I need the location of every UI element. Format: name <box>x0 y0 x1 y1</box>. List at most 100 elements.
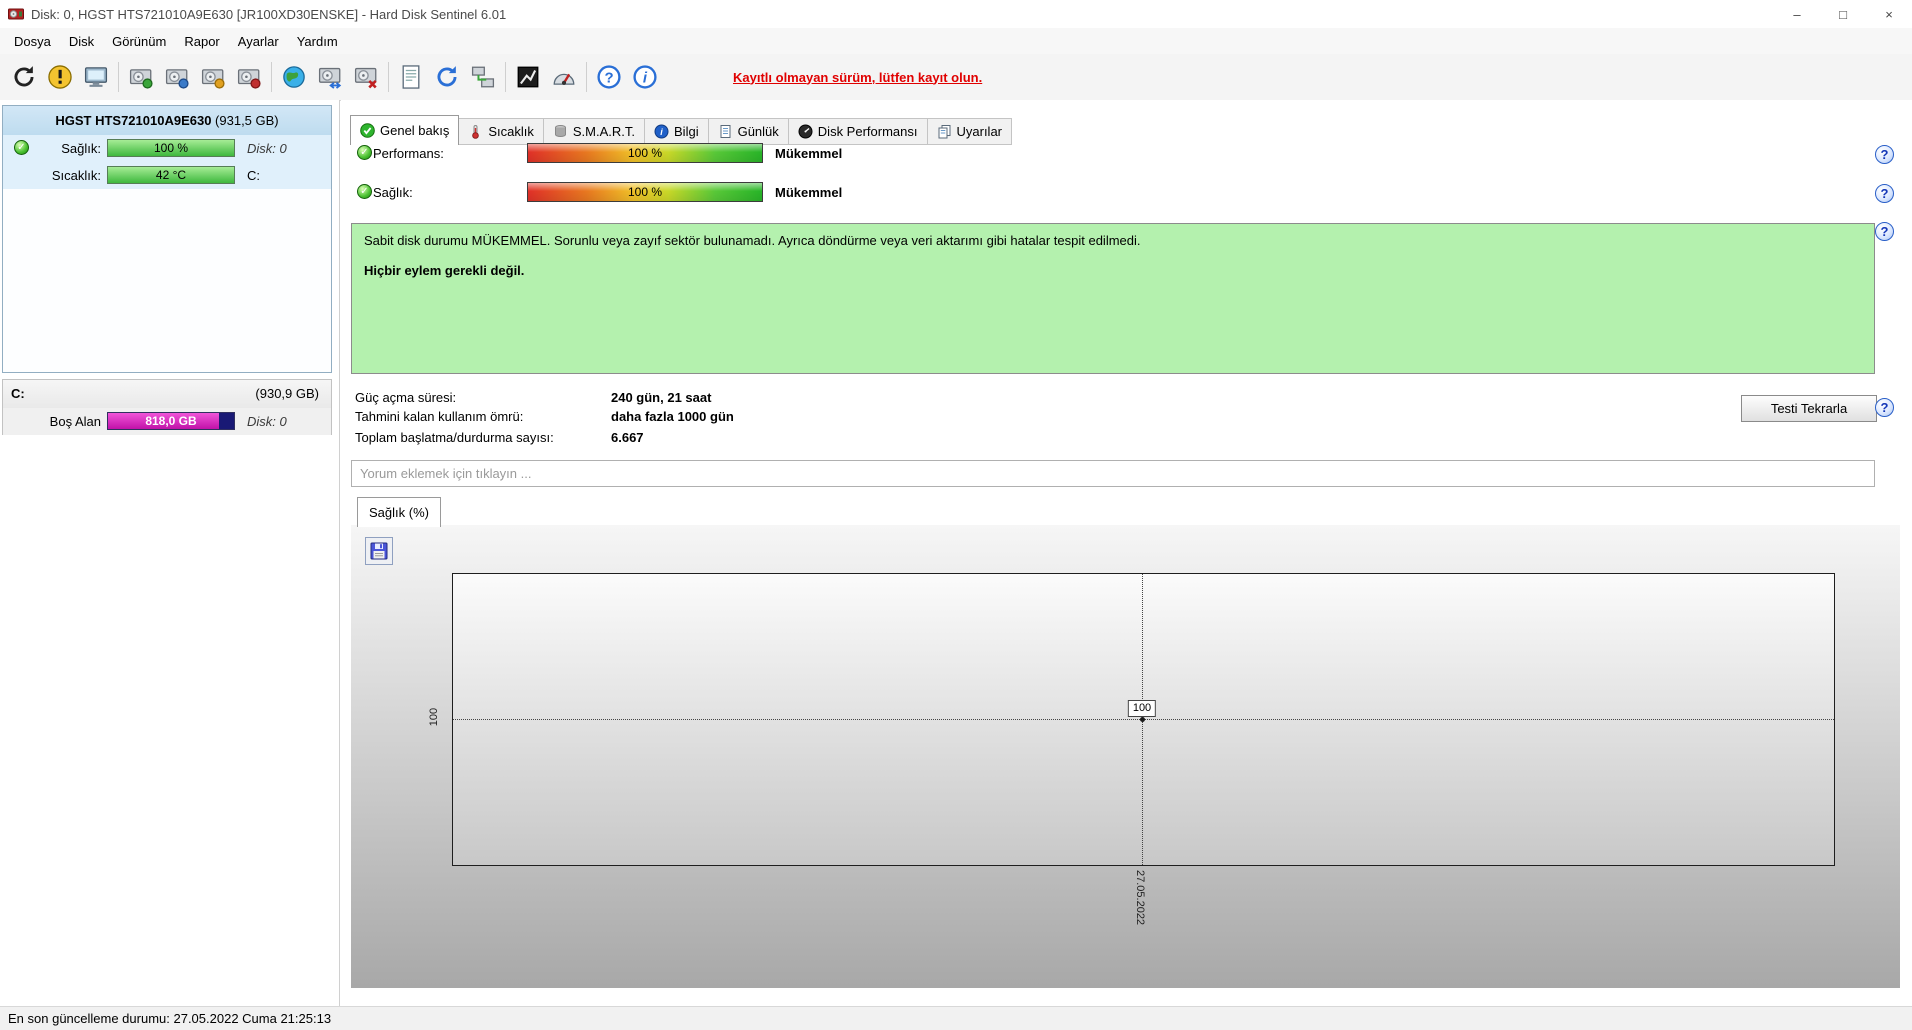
disk-health-label: Sağlık: <box>61 141 101 156</box>
disk-status-text: Sabit disk durumu MÜKEMMEL. Sorunlu veya… <box>364 233 1141 248</box>
partition-header-row: C: (930,9 GB) <box>3 380 331 408</box>
free-space-label: Boş Alan <box>49 414 101 429</box>
chart-tab-label: Sağlık (%) <box>369 505 429 520</box>
tab-genel-bakis[interactable]: Genel bakış <box>350 115 460 145</box>
log-icon <box>720 125 731 138</box>
tab-sicaklik[interactable]: Sıcaklık <box>458 118 544 145</box>
disk-action-text: Hiçbir eylem gerekli değil. <box>364 263 525 278</box>
stat-value: daha fazla 1000 gün <box>611 409 734 424</box>
close-button[interactable]: × <box>1866 0 1912 28</box>
network-disks-button[interactable] <box>465 57 501 97</box>
disk-number-label: Disk: 0 <box>247 141 287 156</box>
disk-extended-test-button[interactable] <box>159 57 195 97</box>
chart-tab-saglik[interactable]: Sağlık (%) <box>357 497 441 527</box>
register-link[interactable]: Kayıtlı olmayan sürüm, lütfen kayıt olun… <box>733 70 982 85</box>
about-button[interactable]: i <box>627 57 663 97</box>
free-space-bar: 818,0 GB <box>107 412 235 430</box>
disk-temp-bar: 42 °C <box>107 166 235 184</box>
data-point-label: 100 <box>1127 700 1157 717</box>
tab-label: Genel bakış <box>380 123 450 138</box>
thermometer-icon <box>472 125 480 139</box>
menu-ayarlar[interactable]: Ayarlar <box>229 28 288 54</box>
disk-repair-icon <box>237 69 261 89</box>
disk-repair-button[interactable] <box>231 57 267 97</box>
gauge-icon <box>553 73 575 85</box>
toolbar: ? i Kayıtlı olmayan sürüm, lütfen kayıt … <box>0 54 1912 101</box>
tab-label: Bilgi <box>674 124 699 139</box>
alerts-icon <box>938 125 950 139</box>
status-help-icon[interactable]: ? <box>1875 222 1894 241</box>
system-monitor-button[interactable] <box>78 57 114 97</box>
statusbar: En son güncelleme durumu: 27.05.2022 Cum… <box>0 1006 1912 1030</box>
health-history-chart: 100 100 27.05.2022 <box>351 525 1900 988</box>
disk-quick-test-button[interactable] <box>123 57 159 97</box>
info-icon: i <box>654 124 669 139</box>
titlebar: Disk: 0, HGST HTS721010A9E630 [JR100XD30… <box>0 0 1912 29</box>
disk-surface-test-button[interactable] <box>195 57 231 97</box>
surface-map-button[interactable] <box>510 57 546 97</box>
health-label: Sağlık: <box>373 185 413 200</box>
tab-smart[interactable]: S.M.A.R.T. <box>542 118 646 145</box>
disk-quick-test-icon <box>129 69 153 89</box>
retest-button[interactable]: Testi Tekrarla <box>1741 395 1877 422</box>
toolbar-separator <box>586 62 587 92</box>
menu-gorunum[interactable]: Görünüm <box>103 28 175 54</box>
disk-performance-button[interactable] <box>546 57 582 97</box>
data-point-marker <box>1140 717 1145 722</box>
retest-help-icon[interactable]: ? <box>1875 398 1894 417</box>
disk-remove-icon <box>354 67 377 89</box>
disk-temp-row: Sıcaklık: 42 °C C: <box>3 162 331 189</box>
menu-dosya[interactable]: Dosya <box>5 28 60 54</box>
performance-status-icon: ✓ <box>357 145 372 160</box>
chart-plot-area: 100 100 <box>428 573 1835 866</box>
disk-sync-button[interactable] <box>312 57 348 97</box>
free-space-value: 818,0 GB <box>145 414 197 428</box>
disk-size: (931,5 GB) <box>211 113 279 128</box>
menu-disk[interactable]: Disk <box>60 28 103 54</box>
tab-label: S.M.A.R.T. <box>572 124 636 139</box>
toolbar-separator <box>505 62 506 92</box>
tab-bilgi[interactable]: i Bilgi <box>644 118 709 145</box>
save-floppy-icon <box>370 542 388 560</box>
disk-sync-icon <box>318 67 342 89</box>
partition-panel[interactable]: C: (930,9 GB) Boş Alan 818,0 GB Disk: 0 <box>2 379 332 435</box>
svg-text:?: ? <box>604 69 613 86</box>
disk-extended-test-icon <box>165 69 189 89</box>
surface-map-icon <box>517 66 539 88</box>
tab-disk-performansi[interactable]: Disk Performansı <box>787 118 928 145</box>
maximize-button[interactable]: □ <box>1820 0 1866 28</box>
comment-input[interactable] <box>351 460 1875 487</box>
menu-yardim[interactable]: Yardım <box>288 28 347 54</box>
health-help-icon[interactable]: ? <box>1875 184 1894 203</box>
health-bar: 100 % <box>527 182 763 202</box>
report-button[interactable] <box>393 57 429 97</box>
gauge-icon <box>798 124 813 139</box>
menu-rapor[interactable]: Rapor <box>175 28 228 54</box>
partition-free-row: Boş Alan 818,0 GB Disk: 0 <box>3 408 331 435</box>
refresh-icon <box>14 66 34 87</box>
disk-panel[interactable]: HGST HTS721010A9E630 (931,5 GB) ✓ Sağlık… <box>2 105 332 373</box>
toolbar-separator <box>118 62 119 92</box>
smart-icon <box>554 125 566 138</box>
online-update-button[interactable] <box>276 57 312 97</box>
disk-name: HGST HTS721010A9E630 <box>55 113 212 128</box>
partition-name: C: <box>11 386 25 401</box>
help-button[interactable]: ? <box>591 57 627 97</box>
performance-help-icon[interactable]: ? <box>1875 145 1894 164</box>
menubar: Dosya Disk Görünüm Rapor Ayarlar Yardım <box>0 28 1912 54</box>
disk-status-textbox: Sabit disk durumu MÜKEMMEL. Sorunlu veya… <box>351 223 1875 374</box>
save-chart-button[interactable] <box>365 537 393 565</box>
tab-gunluk[interactable]: Günlük <box>707 118 789 145</box>
disk-remove-button[interactable] <box>348 57 384 97</box>
globe-icon <box>283 66 305 88</box>
disk-health-row: ✓ Sağlık: 100 % Disk: 0 <box>3 135 331 162</box>
tab-uyarilar[interactable]: Uyarılar <box>926 118 1013 145</box>
minimize-button[interactable]: – <box>1774 0 1820 28</box>
app-window: Disk: 0, HGST HTS721010A9E630 [JR100XD30… <box>0 0 1912 1030</box>
x-axis-tick-label: 27.05.2022 <box>1134 870 1146 926</box>
sync-arrows-icon <box>437 66 457 87</box>
refresh-data-button[interactable] <box>429 57 465 97</box>
refresh-button[interactable] <box>6 57 42 97</box>
status-warning-button[interactable] <box>42 57 78 97</box>
stat-label: Tahmini kalan kullanım ömrü: <box>355 409 524 424</box>
